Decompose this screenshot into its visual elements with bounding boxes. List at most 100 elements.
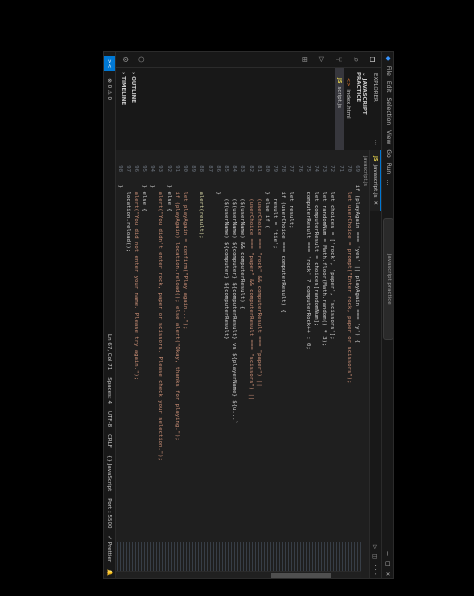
code-text: let result;	[288, 178, 295, 229]
menu-selection[interactable]: Selection	[385, 98, 392, 126]
code-text: let randomNum = Math.floor(Math.random()…	[321, 178, 328, 347]
code-text: alert("You did not enter your name. Plea…	[132, 178, 139, 381]
close-icon[interactable]: ✕	[385, 572, 393, 576]
explorer-icon[interactable]: ❐	[367, 57, 377, 62]
title-bar: ◆ File Edit Selection View Go Run … java…	[381, 52, 393, 578]
code-line[interactable]: 78 if (userChoice === computerResult) {	[279, 150, 287, 540]
code-line[interactable]: 98 }	[116, 150, 124, 540]
code-line[interactable]: 88 alert(result);	[197, 150, 205, 540]
code-line[interactable]: 85 ($(userName) ${computer} ${computerRe…	[222, 150, 230, 540]
indentation[interactable]: Spaces: 4	[107, 377, 113, 404]
language-mode[interactable]: {} JavaScript	[107, 455, 113, 491]
code-line[interactable]: 94 }	[148, 150, 156, 540]
chevron-down-icon: ⌄	[361, 72, 367, 77]
run-debug-icon[interactable]: ▷	[316, 57, 326, 62]
code-line[interactable]: 95 } else {	[140, 150, 148, 540]
code-text: } else if (	[263, 178, 270, 229]
maximize-icon[interactable]: □	[385, 562, 393, 566]
code-line[interactable]: 74 let computerResult = choices[randomNu…	[312, 150, 320, 540]
code-line[interactable]: 82 (userChoice === "paper" && computerRe…	[246, 150, 254, 540]
split-editor-icon[interactable]: ◫	[372, 554, 380, 558]
close-tab-icon[interactable]: ✕	[372, 200, 378, 205]
code-text: let computerResult = choices[randomNum];	[313, 178, 320, 327]
line-number: 84	[231, 165, 238, 172]
code-line[interactable]: 86 }	[214, 150, 222, 540]
file-name: index.html	[345, 89, 352, 119]
line-number: 78	[280, 165, 287, 172]
code-line[interactable]: 72 let choices = ['rock', 'paper', 'scis…	[328, 150, 336, 540]
scrollbar-thumb[interactable]	[271, 573, 331, 578]
notifications-bell-icon[interactable]: 🔔	[107, 569, 113, 576]
menu-go[interactable]: Go	[385, 149, 392, 157]
code-line[interactable]: 97 location.reload();	[124, 150, 132, 540]
code-line[interactable]: 79 result = 'tie';	[271, 150, 279, 540]
file-item-index-html[interactable]: <> index.html	[344, 68, 353, 150]
code-line[interactable]: 77 let result;	[287, 150, 295, 540]
code-line[interactable]: 90 let playAgain = confirm("Play again..…	[181, 150, 189, 540]
code-text: ($(userName) && computerResult) {	[239, 178, 246, 310]
code-line[interactable]: 96 alert("You did not enter your name. P…	[132, 150, 140, 540]
code-line[interactable]: 80 } else if (	[263, 150, 271, 540]
code-line[interactable]: 92 } else {	[165, 150, 173, 540]
problems-indicator[interactable]: ⊗ 0 ⚠ 0	[107, 78, 113, 100]
outline-label: OUTLINE	[130, 76, 136, 104]
menu-more[interactable]: …	[385, 179, 392, 185]
file-item-script-js[interactable]: JS script.js	[335, 68, 344, 150]
code-line[interactable]: 91 if (playAgain) location.reload(); els…	[173, 150, 181, 540]
code-text: let choices = ['rock', 'paper', 'scissor…	[329, 178, 336, 340]
minimap[interactable]	[116, 542, 361, 572]
live-server-port[interactable]: Port : 5500	[107, 498, 113, 528]
code-line[interactable]: 87	[205, 150, 213, 540]
code-line[interactable]: 81 (userChoice === "rock" && computerRes…	[255, 150, 263, 540]
cursor-position[interactable]: Ln 67, Col 71	[107, 334, 113, 370]
code-text: computerResult === 'rock' ? computerRock…	[304, 178, 311, 350]
encoding[interactable]: UTF-8	[107, 411, 113, 427]
vertical-scrollbar[interactable]	[116, 571, 361, 578]
command-center-search[interactable]: javascript practice	[383, 218, 393, 341]
outline-section[interactable]: › OUTLINE	[128, 68, 138, 150]
code-line[interactable]: 69 if (playAgain === 'yes' || playAgain …	[353, 150, 361, 540]
code-line[interactable]: 84 ($(userName) ${computer} ${computerRe…	[230, 150, 238, 540]
code-line[interactable]: 73 let randomNum = Math.floor(Math.rando…	[320, 150, 328, 540]
js-file-icon: JS	[372, 156, 378, 162]
code-text: (userChoice === "paper" && computerResul…	[247, 178, 254, 401]
chevron-right-icon: ›	[120, 72, 126, 75]
code-text: alert(result);	[198, 178, 205, 239]
menu-edit[interactable]: Edit	[385, 81, 392, 93]
code-line[interactable]: 71	[336, 150, 344, 540]
workspace-folder[interactable]: ⌄ JAVASCRIPT PRACTICE	[353, 68, 369, 150]
code-line[interactable]: 89	[189, 150, 197, 540]
code-line[interactable]: 70 let userChoice = prompt("Enter rock, …	[345, 150, 353, 540]
code-line[interactable]: 76	[296, 150, 304, 540]
code-text: } else {	[165, 178, 172, 212]
explorer-sidebar: EXPLORER ··· ⌄ JAVASCRIPT PRACTICE <> in…	[116, 68, 381, 151]
remote-indicator[interactable]: ><	[104, 56, 116, 72]
status-bar: >< ⊗ 0 ⚠ 0 Ln 67, Col 71 Spaces: 4 UTF-8…	[104, 52, 116, 578]
line-number: 93	[157, 165, 164, 172]
line-number: 92	[165, 165, 172, 172]
source-control-icon[interactable]: ⑂	[333, 57, 343, 62]
menu-file[interactable]: File	[385, 66, 392, 76]
minimize-icon[interactable]: –	[385, 551, 393, 555]
timeline-section[interactable]: › TIMELINE	[118, 68, 128, 150]
code-text: if (userChoice === computerResult) {	[280, 178, 287, 313]
more-actions-icon[interactable]: ···	[372, 563, 380, 576]
line-number: 96	[132, 165, 139, 172]
extensions-icon[interactable]: ⊞	[299, 57, 309, 62]
run-icon[interactable]: ▷	[372, 545, 380, 549]
line-endings[interactable]: CRLF	[107, 434, 113, 448]
code-text: let playAgain = confirm("Play again...")…	[182, 178, 189, 330]
search-icon[interactable]: ⌕	[350, 57, 360, 62]
prettier-status[interactable]: ✓ Prettier	[107, 536, 113, 563]
account-icon[interactable]: ◯	[136, 57, 146, 62]
menu-run[interactable]: Run	[385, 163, 392, 175]
code-editor[interactable]: 69 if (playAgain === 'yes' || playAgain …	[116, 150, 361, 540]
code-line[interactable]: 83 ($(userName) && computerResult) {	[238, 150, 246, 540]
code-line[interactable]: 93 alert("You didn't enter rock, paper o…	[156, 150, 164, 540]
settings-gear-icon[interactable]: ⚙	[120, 57, 130, 62]
breadcrumb[interactable]: javascript.js	[361, 150, 369, 578]
code-line[interactable]: 75 computerResult === 'rock' ? computerR…	[304, 150, 312, 540]
more-actions-icon[interactable]: ···	[372, 140, 378, 145]
menu-view[interactable]: View	[385, 130, 392, 144]
tab-javascript-js[interactable]: JS javascript.js ✕	[370, 150, 381, 212]
